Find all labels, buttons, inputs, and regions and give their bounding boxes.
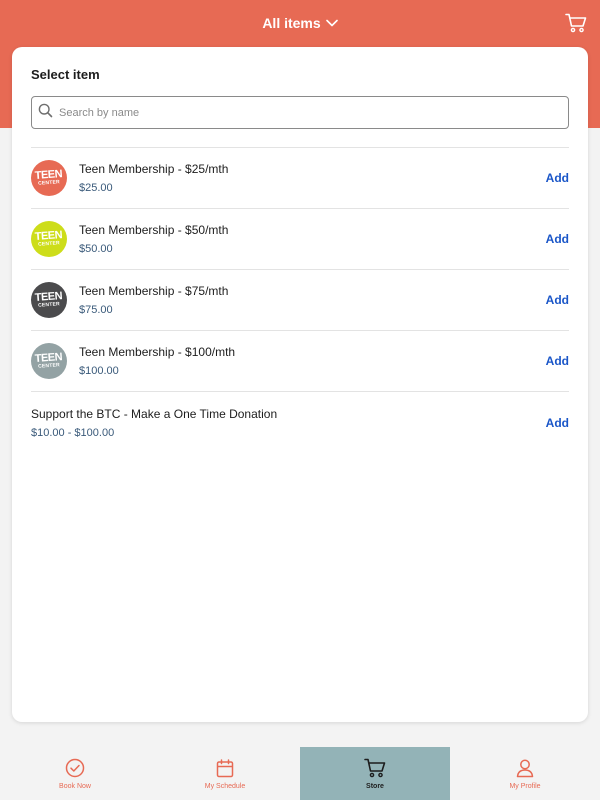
item-thumbnail: TEEN CENTER [31, 343, 67, 379]
item-thumbnail: TEEN CENTER [31, 221, 67, 257]
teen-center-logo: TEEN CENTER [34, 168, 63, 187]
calendar-icon [216, 757, 234, 779]
nav-my-profile[interactable]: My Profile [450, 747, 600, 800]
user-icon [515, 757, 535, 779]
item-price: $50.00 [79, 243, 113, 255]
bottom-nav: Book Now My Schedule Store My Profile [0, 747, 600, 800]
nav-label: My Profile [509, 783, 541, 790]
nav-label: Store [366, 783, 384, 790]
nav-store[interactable]: Store [300, 747, 450, 800]
list-item: TEEN CENTER Teen Membership - $50/mth $50… [31, 209, 569, 270]
category-dropdown-label: All items [262, 15, 321, 31]
search-box [31, 96, 569, 129]
item-price: $25.00 [79, 182, 113, 194]
item-price: $75.00 [79, 304, 113, 316]
nav-my-schedule[interactable]: My Schedule [150, 747, 300, 800]
item-price: $100.00 [79, 365, 119, 377]
list-item: TEEN CENTER Teen Membership - $100/mth $1… [31, 331, 569, 392]
nav-label: My Schedule [204, 783, 246, 790]
item-price: $10.00 - $100.00 [31, 426, 115, 439]
item-name: Teen Membership - $100/mth [79, 345, 236, 359]
card-title: Select item [31, 67, 100, 82]
teen-center-logo: TEEN CENTER [34, 229, 63, 248]
chevron-down-icon [325, 19, 338, 27]
add-button[interactable]: Add [546, 171, 569, 185]
item-thumbnail: TEEN CENTER [31, 160, 67, 196]
add-button[interactable]: Add [546, 232, 569, 246]
nav-label: Book Now [59, 783, 91, 790]
category-dropdown[interactable]: All items [0, 12, 600, 34]
add-button[interactable]: Add [546, 293, 569, 307]
add-button[interactable]: Add [546, 416, 569, 430]
search-icon [38, 103, 53, 123]
item-picker-card: Select item TEENCENTER Teen Membership -… [12, 47, 588, 722]
list-item: Support the BTC - Make a One Time Donati… [31, 392, 569, 453]
list-item: TEEN CENTER Teen Membership - $75/mth $75… [31, 270, 569, 331]
search-input[interactable] [59, 106, 539, 119]
cart-icon [364, 757, 386, 779]
teen-center-logo: TEEN CENTER [34, 351, 63, 370]
list-item: TEEN CENTER Teen Membership - $25/mth $25… [31, 148, 569, 209]
item-name: Teen Membership - $50/mth [79, 223, 229, 237]
item-name: Teen Membership - $25/mth [79, 162, 229, 176]
item-list: TEEN CENTER Teen Membership - $25/mth $25… [31, 147, 569, 453]
item-name: Teen Membership - $75/mth [79, 284, 229, 298]
cart-icon[interactable] [564, 12, 588, 34]
teen-center-logo: TEEN CENTER [34, 290, 63, 309]
add-button[interactable]: Add [546, 354, 569, 368]
item-name: Support the BTC - Make a One Time Donati… [31, 406, 278, 421]
check-circle-icon [65, 757, 85, 779]
nav-book-now[interactable]: Book Now [0, 747, 150, 800]
item-thumbnail: TEEN CENTER [31, 282, 67, 318]
